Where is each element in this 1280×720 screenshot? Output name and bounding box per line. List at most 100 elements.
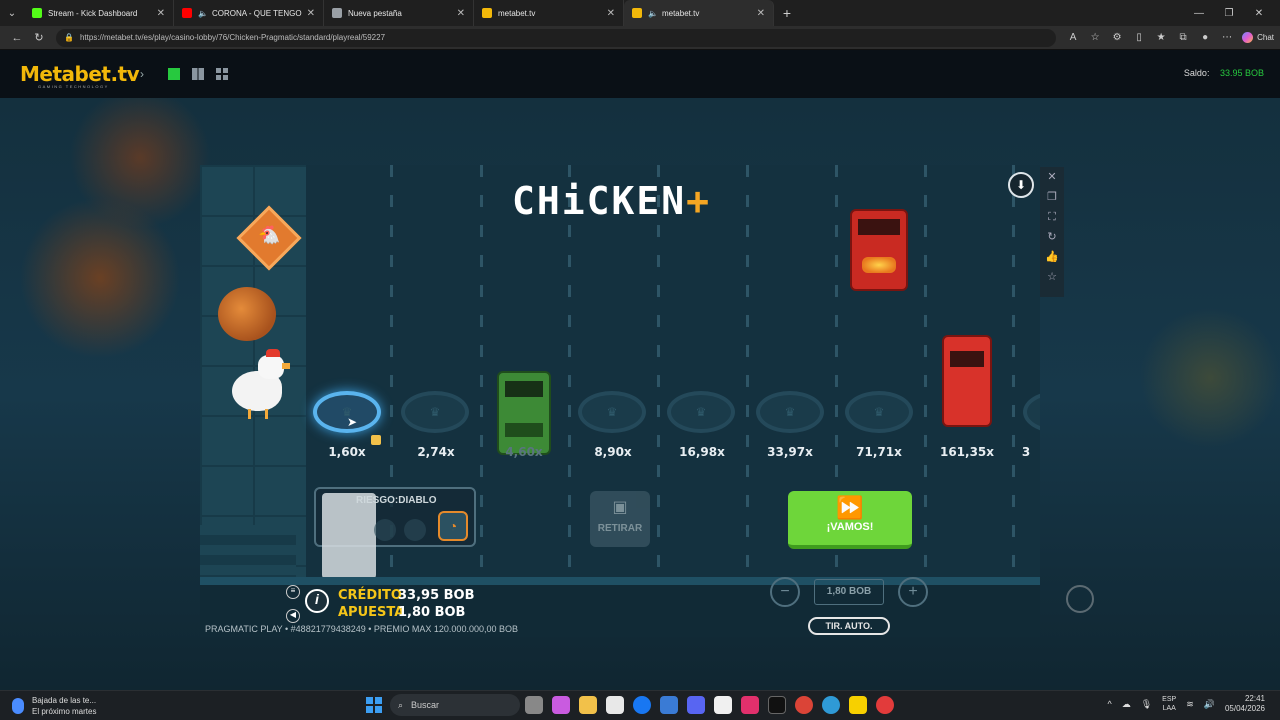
tab-new-tab[interactable]: Nueva pestaña ✕ [324,0,474,26]
task-view-icon[interactable] [524,696,543,714]
logo-title: CHiCKEN [512,179,687,223]
onedrive-icon[interactable]: ☁ [1122,699,1131,710]
photos-icon[interactable] [659,696,678,714]
tab-metabet-2[interactable]: 🔈 metabet.tv ✕ [624,0,774,26]
multiplier-label: 3 [1021,445,1031,459]
split-screen-icon[interactable]: ▯ [1128,32,1150,43]
sound-icon[interactable]: ◀ [286,609,300,623]
instagram-icon[interactable] [740,696,759,714]
reload-icon[interactable]: ↻ [28,31,50,44]
risk-level-easy-icon[interactable] [374,519,396,541]
notification-subtitle: El próximo martes [32,707,97,716]
back-arrow-icon[interactable]: ← [6,32,28,44]
manhole-lane-5[interactable]: ♛ [667,391,735,433]
increase-bet-button[interactable]: + [898,577,928,607]
file-explorer-icon[interactable] [578,696,597,714]
manhole-lane-9[interactable]: ♛ [1023,391,1040,433]
refresh-icon[interactable]: ↻ [1040,227,1064,247]
like-icon[interactable]: 👍 [1040,247,1064,267]
close-game-icon[interactable]: ✕ [1040,167,1064,187]
risk-selector[interactable]: RIESGO:DIABLO ◔ [314,487,476,579]
new-tab-button[interactable]: + [774,5,800,21]
go-button[interactable]: ⏩ ¡VAMOS! [788,491,912,549]
close-tab-icon[interactable]: ✕ [307,8,315,19]
chevron-up-icon[interactable]: ^ [1108,699,1112,709]
speaker-icon[interactable]: 🔈 [648,9,658,18]
taskbar-search[interactable]: ⌕ Buscar [390,694,520,716]
discord-icon[interactable] [686,696,705,714]
chrome-icon[interactable] [794,696,813,714]
cashout-button[interactable]: ▣ RETIRAR [590,491,650,547]
lane-divider [568,165,571,575]
auto-play-toggle[interactable]: TIR. AUTO. [808,617,890,635]
page-favicon-icon [332,8,342,18]
multiplier-label: 4,60x [505,445,543,459]
lock-icon[interactable]: 🔒 [64,33,74,42]
close-tab-icon[interactable]: ✕ [157,8,165,19]
language-indicator[interactable]: ESP LAA [1162,695,1176,713]
close-window-icon[interactable]: ✕ [1244,8,1274,19]
chevron-right-icon[interactable]: › [140,67,162,81]
popout-icon[interactable]: ❐ [1040,187,1064,207]
close-tab-icon[interactable]: ✕ [457,8,465,19]
info-icon[interactable]: i [305,589,329,613]
favorites-icon[interactable]: ★ [1150,32,1172,43]
close-tab-icon[interactable]: ✕ [607,8,615,19]
logo-text: Metabet.tv [20,62,140,86]
volume-icon[interactable]: 🔊 [1204,699,1215,710]
address-bar[interactable]: 🔒 https://metabet.tv/es/play/casino-lobb… [56,28,1057,47]
maximize-icon[interactable]: ❐ [1214,8,1244,19]
close-tab-icon[interactable]: ✕ [757,8,765,19]
more-menu-icon[interactable]: ⋯ [1216,32,1238,43]
multiplier-label: 71,71x [856,445,902,459]
clock[interactable]: 22:41 05/04/2026 [1225,694,1265,714]
fast-forward-icon: ⏩ [836,495,864,520]
edge-icon[interactable] [821,696,840,714]
read-aloud-icon[interactable]: A [1062,32,1084,43]
app-icon[interactable] [875,696,894,714]
risk-gauge-icon[interactable]: ◔ [438,511,468,541]
balance-display: Saldo: 33.95 BOB [1184,68,1264,78]
tab-youtube-corona[interactable]: 🔈 CORONA - QUE TENGO QUE ✕ [174,0,324,26]
profile-avatar-icon[interactable]: ● [1194,32,1216,43]
lane-divider [1012,165,1015,575]
menu-icon[interactable]: ≡ [286,585,300,599]
manhole-lane-7[interactable]: ♛ [845,391,913,433]
copilot-chat-button[interactable]: Chat [1242,32,1274,43]
tab-metabet-1[interactable]: metabet.tv ✕ [474,0,624,26]
home-arrow-icon[interactable]: ⬇ [1008,172,1034,198]
date-text: 05/04/2026 [1224,704,1265,713]
x-twitter-icon[interactable] [767,696,786,714]
extensions-icon[interactable]: ⚙ [1106,32,1128,43]
game-side-toolbar: ✕ ❐ ⛶ ↻ 👍 ☆ [1040,167,1064,297]
multiplier-label: 16,98x [679,445,725,459]
manhole-lane-6[interactable]: ♛ [756,391,824,433]
chicken-game-canvas[interactable]: 🐔 CHiCKEN+ ♛ ♛ ♛ ♛ ♛ ♛ ♛ 1,60x 2,74x 4,6… [200,165,1040,637]
store-icon[interactable] [605,696,624,714]
taskbar-notification[interactable]: Bajada de las te... El próximo martes [12,695,96,717]
manhole-lane-4[interactable]: ♛ [578,391,646,433]
minimize-icon[interactable]: — [1184,8,1214,19]
microphone-icon[interactable]: 🎙 [1141,699,1152,710]
manhole-lane-2[interactable]: ♛ [401,391,469,433]
risk-level-hard-icon[interactable] [404,519,426,541]
facebook-icon[interactable] [632,696,651,714]
single-view-icon[interactable] [168,68,180,80]
sticky-notes-icon[interactable] [848,696,867,714]
favorite-star-icon[interactable]: ☆ [1084,32,1106,43]
star-icon[interactable]: ☆ [1040,267,1064,287]
wifi-icon[interactable]: ≋ [1186,699,1194,710]
tab-kick-dashboard[interactable]: Stream - Kick Dashboard ✕ [24,0,174,26]
collections-icon[interactable]: ⧉ [1172,32,1194,43]
windows-start-icon[interactable] [366,697,382,713]
tab-list-menu-button[interactable]: ⌄ [0,0,24,26]
speaker-icon[interactable]: 🔈 [198,9,208,18]
decrease-bet-button[interactable]: − [770,577,800,607]
word-icon[interactable] [713,696,732,714]
dual-view-icon[interactable] [192,68,204,80]
fullscreen-icon[interactable]: ⛶ [1040,207,1064,227]
quad-view-icon[interactable] [216,68,228,80]
bet-amount-field[interactable]: 1,80 BOB [814,579,884,605]
metabet-logo[interactable]: Metabet.tv GAMING TECHNOLOGY [20,62,140,89]
copilot-app-icon[interactable] [551,696,570,714]
